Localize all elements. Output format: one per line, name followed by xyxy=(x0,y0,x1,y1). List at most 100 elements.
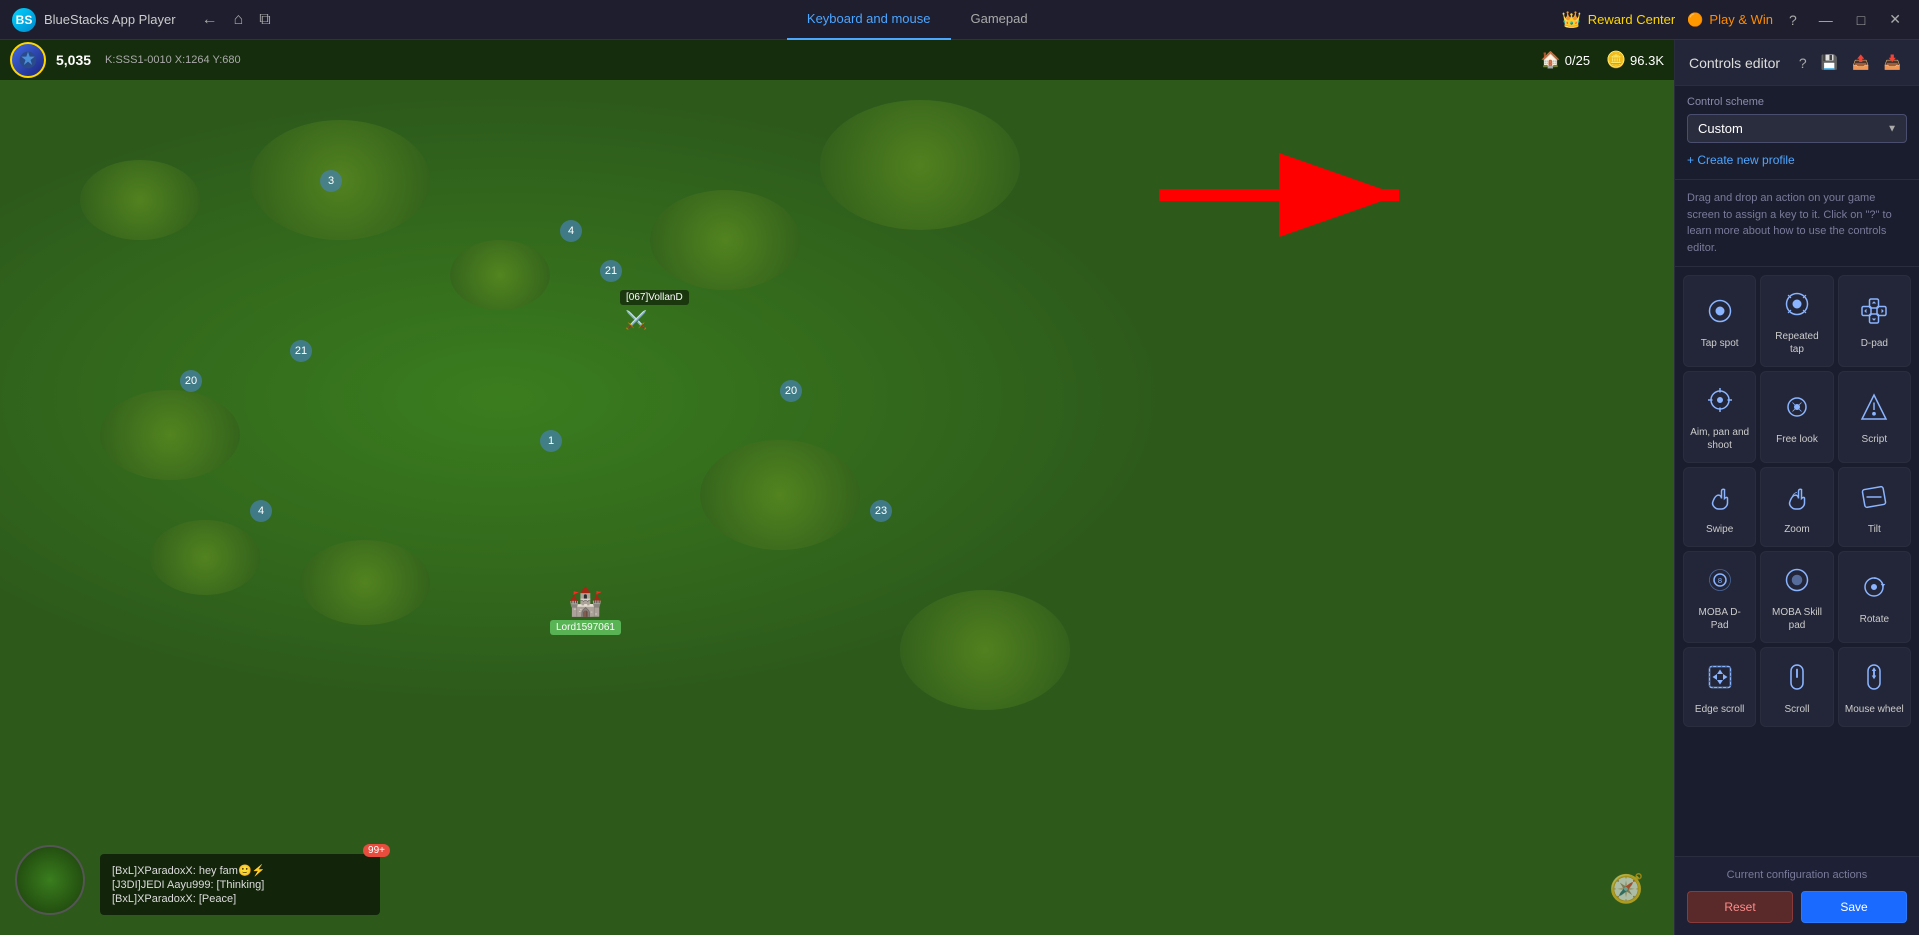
map-marker-23: 23 xyxy=(870,500,892,522)
panel-save-icon[interactable]: 💾 xyxy=(1817,52,1842,73)
resource-gold: 🪙 96.3K xyxy=(1606,50,1664,70)
tilt-label: Tilt xyxy=(1868,523,1881,536)
minimap[interactable] xyxy=(15,845,85,915)
control-repeated-tap[interactable]: Repeated tap xyxy=(1760,275,1833,367)
close-button[interactable]: ✕ xyxy=(1883,7,1907,32)
reward-center[interactable]: 👑 Reward Center xyxy=(1562,10,1675,30)
panel-header-icons: ? 💾 📤 📥 xyxy=(1795,52,1905,73)
minimize-button[interactable]: — xyxy=(1813,8,1839,32)
control-free-look[interactable]: Free look xyxy=(1760,371,1833,463)
controls-row-3: Swipe Zoom xyxy=(1683,467,1911,547)
d-pad-label: D-pad xyxy=(1861,337,1888,350)
tab-button[interactable]: ⧉ xyxy=(253,7,276,33)
scheme-dropdown[interactable]: Custom xyxy=(1687,114,1907,143)
tree-cluster-9 xyxy=(900,590,1070,710)
tap-spot-label: Tap spot xyxy=(1701,337,1739,350)
controls-panel: Controls editor ? 💾 📤 📥 Control scheme C… xyxy=(1674,40,1919,935)
tab-gamepad[interactable]: Gamepad xyxy=(951,0,1048,40)
chat-box: 99+ [BxL]XParadoxX: hey fam🙂⚡ [J3DI]JEDI… xyxy=(100,854,380,915)
play-win[interactable]: 🟠 Play & Win xyxy=(1687,12,1773,28)
swipe-label: Swipe xyxy=(1706,523,1733,536)
red-arrow-svg xyxy=(1139,115,1419,275)
map-marker-20b: 20 xyxy=(780,380,802,402)
housing-value: 0/25 xyxy=(1565,53,1590,68)
tap-spot-icon xyxy=(1702,293,1738,329)
control-script[interactable]: Script xyxy=(1838,371,1911,463)
tree-cluster-6 xyxy=(100,390,240,480)
control-d-pad[interactable]: D-pad xyxy=(1838,275,1911,367)
scheme-dropdown-wrapper[interactable]: Custom xyxy=(1687,114,1907,143)
save-button[interactable]: Save xyxy=(1801,891,1907,923)
controls-row-5: Edge scroll Scroll xyxy=(1683,647,1911,727)
panel-help-button[interactable]: ? xyxy=(1795,52,1811,73)
free-look-label: Free look xyxy=(1776,433,1818,446)
game-coords: K:SSS1-0010 X:1264 Y:680 xyxy=(105,54,241,66)
config-actions-label: Current configuration actions xyxy=(1687,869,1907,881)
tab-keyboard-mouse[interactable]: Keyboard and mouse xyxy=(787,0,951,40)
control-moba-skill[interactable]: MOBA Skill pad xyxy=(1760,551,1833,643)
control-rotate[interactable]: Rotate xyxy=(1838,551,1911,643)
chat-line-3: [BxL]XParadoxX: [Peace] xyxy=(112,893,368,905)
svg-text:8: 8 xyxy=(1718,576,1722,585)
top-bar-right: 👑 Reward Center 🟠 Play & Win ? — □ ✕ xyxy=(1550,7,1919,32)
repeated-tap-label: Repeated tap xyxy=(1767,330,1826,356)
mouse-wheel-icon xyxy=(1856,659,1892,695)
tree-cluster-4 xyxy=(650,190,800,290)
control-zoom[interactable]: Zoom xyxy=(1760,467,1833,547)
d-pad-icon xyxy=(1856,293,1892,329)
player-marker-1: ⚔️ xyxy=(625,310,647,331)
rotate-icon xyxy=(1856,569,1892,605)
control-mouse-wheel[interactable]: Mouse wheel xyxy=(1838,647,1911,727)
control-aim-pan[interactable]: Aim, pan and shoot xyxy=(1683,371,1756,463)
maximize-button[interactable]: □ xyxy=(1851,8,1871,32)
resource-housing: 🏠 0/25 xyxy=(1541,50,1590,70)
swipe-icon xyxy=(1702,479,1738,515)
map-marker-4b: 4 xyxy=(250,500,272,522)
home-button[interactable]: ⌂ xyxy=(228,7,250,33)
controls-row-2: Aim, pan and shoot Free look xyxy=(1683,371,1911,463)
player-label-1: [067]VollanD xyxy=(620,290,689,305)
game-resources: 🏠 0/25 🪙 96.3K xyxy=(1541,50,1664,70)
edge-scroll-icon xyxy=(1702,659,1738,695)
main-area: 5,035 K:SSS1-0010 X:1264 Y:680 🏠 0/25 🪙 … xyxy=(0,40,1919,935)
control-tilt[interactable]: Tilt xyxy=(1838,467,1911,547)
map-marker-4a: 4 xyxy=(560,220,582,242)
repeated-tap-icon xyxy=(1779,286,1815,322)
chat-badge: 99+ xyxy=(363,844,390,857)
back-button[interactable]: ← xyxy=(196,7,224,33)
nav-controls: ← ⌂ ⧉ xyxy=(188,7,285,33)
tree-cluster-10 xyxy=(150,520,260,595)
bluestacks-icon: BS xyxy=(12,8,36,32)
reset-button[interactable]: Reset xyxy=(1687,891,1793,923)
map-marker-20: 20 xyxy=(180,370,202,392)
control-edge-scroll[interactable]: Edge scroll xyxy=(1683,647,1756,727)
house-icon: 🏠 xyxy=(1541,50,1561,70)
game-background: 5,035 K:SSS1-0010 X:1264 Y:680 🏠 0/25 🪙 … xyxy=(0,40,1674,935)
tree-cluster-3 xyxy=(450,240,550,310)
game-top-bar: 5,035 K:SSS1-0010 X:1264 Y:680 🏠 0/25 🪙 … xyxy=(0,40,1674,80)
tree-cluster-5 xyxy=(820,100,1020,230)
map-marker-21b: 21 xyxy=(600,260,622,282)
config-buttons: Reset Save xyxy=(1687,891,1907,923)
panel-title: Controls editor xyxy=(1689,55,1780,71)
script-icon xyxy=(1856,389,1892,425)
control-scroll[interactable]: Scroll xyxy=(1760,647,1833,727)
create-profile-button[interactable]: + Create new profile xyxy=(1687,151,1795,169)
top-bar: BS BlueStacks App Player ← ⌂ ⧉ Keyboard … xyxy=(0,0,1919,40)
map-marker-21: 21 xyxy=(290,340,312,362)
map-marker-3: 3 xyxy=(320,170,342,192)
help-button[interactable]: ? xyxy=(1785,10,1801,30)
reward-icon: 👑 xyxy=(1562,10,1582,30)
control-tap-spot[interactable]: Tap spot xyxy=(1683,275,1756,367)
reward-center-label: Reward Center xyxy=(1588,12,1675,27)
tab-bar: Keyboard and mouse Gamepad xyxy=(285,0,1550,40)
config-actions: Current configuration actions Reset Save xyxy=(1675,856,1919,935)
scroll-icon xyxy=(1779,659,1815,695)
control-moba-dpad[interactable]: 8 MOBA D-Pad xyxy=(1683,551,1756,643)
panel-export-icon[interactable]: 📤 xyxy=(1848,52,1873,73)
control-swipe[interactable]: Swipe xyxy=(1683,467,1756,547)
tree-cluster-8 xyxy=(300,540,430,625)
moba-dpad-icon: 8 xyxy=(1702,562,1738,598)
moba-skill-label: MOBA Skill pad xyxy=(1767,606,1826,632)
panel-import-icon[interactable]: 📥 xyxy=(1880,52,1905,73)
